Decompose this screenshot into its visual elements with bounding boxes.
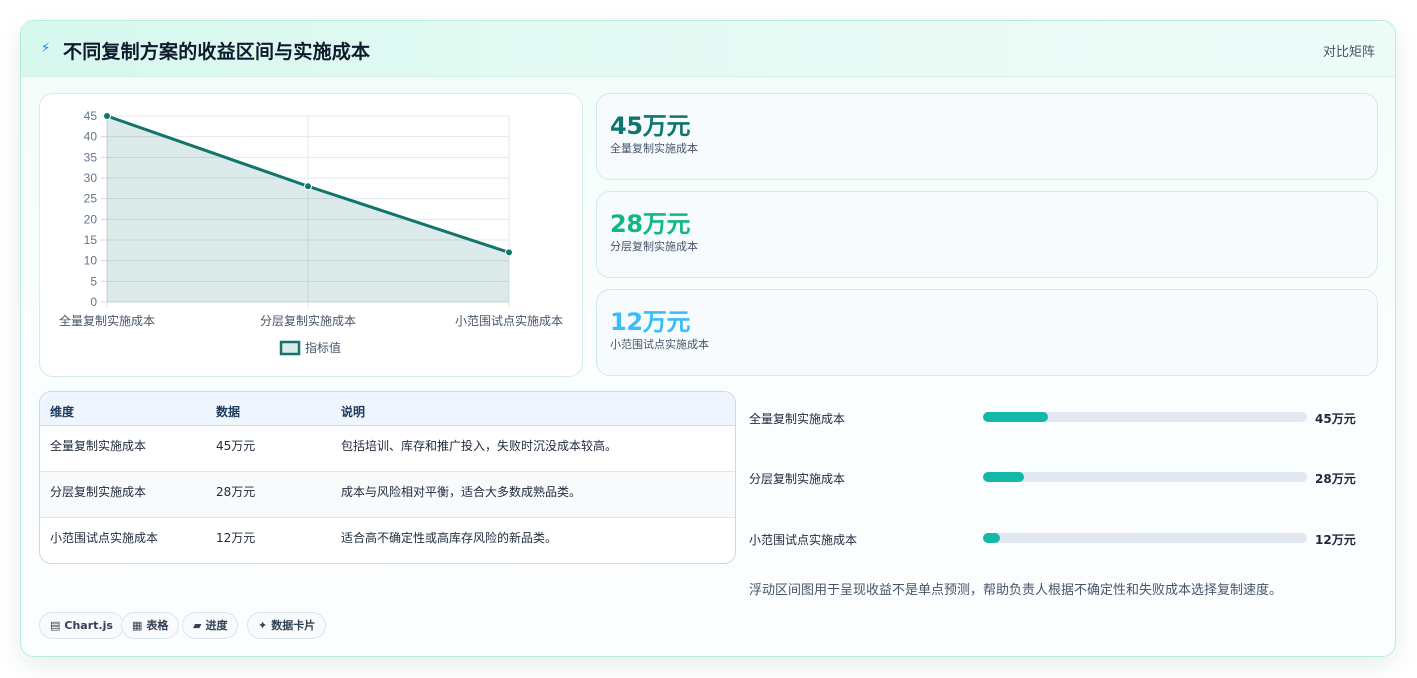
progress-value: 28万元 [1315,472,1356,486]
table-row: 分层复制实施成本 28万元 成本与风险相对平衡，适合大多数成熟品类。 [40,472,735,518]
progress-fill [983,472,1024,482]
progress-label: 全量复制实施成本 [749,412,846,426]
table-row: 全量复制实施成本 45万元 包括培训、库存和推广投入，失败时沉没成本较高。 [40,426,735,472]
x-tick-label: 小范围试点实施成本 [455,313,563,328]
y-tick-label: 40 [84,130,98,144]
legend-label: 指标值 [305,340,341,355]
footnote: 浮动区间图用于呈现收益不是单点预测，帮助负责人根据不确定性和失败成本选择复制速度… [749,583,1283,598]
chip-progress[interactable]: ▰ 进度 [182,612,239,639]
stat-label: 小范围试点实施成本 [610,338,709,351]
progress-track [983,533,1307,543]
column-header: 数据 [216,405,241,419]
progress-icon: ▰ [193,619,202,632]
progress-track [983,472,1307,482]
table-cell: 成本与风险相对平衡，适合大多数成熟品类。 [341,485,582,499]
y-tick-label: 15 [84,233,98,247]
table-icon: ▦ [132,619,143,632]
table-cell: 全量复制实施成本 [50,439,147,453]
table-cell: 适合高不确定性或高库存风险的新品类。 [341,531,558,545]
header-badge: 对比矩阵 [1322,45,1375,60]
x-tick-label: 分层复制实施成本 [260,313,356,328]
y-tick-label: 20 [84,212,98,226]
progress-value: 12万元 [1315,533,1356,547]
chip-data-cards[interactable]: ✦ 数据卡片 [247,612,327,639]
stat-value: 28万元 [610,210,691,238]
progress-row: 全量复制实施成本 45万元 [749,407,1361,427]
table-cell: 小范围试点实施成本 [50,531,159,545]
data-point [304,182,312,191]
progress-row: 分层复制实施成本 28万元 [749,467,1361,487]
table-header: 维度 数据 说明 [40,392,735,426]
table-cell: 分层复制实施成本 [50,485,147,499]
table-row: 小范围试点实施成本 12万元 适合高不确定性或高库存风险的新品类。 [40,518,735,563]
chip-label: Chart.js [64,619,113,632]
chip-label: 数据卡片 [271,619,316,632]
lightning-icon: ⚡ [41,41,51,56]
y-tick-label: 10 [84,254,98,268]
chip-table[interactable]: ▦ 表格 [121,612,180,639]
sparkle-icon: ✦ [258,619,268,632]
y-tick-label: 30 [84,171,98,185]
y-tick-label: 35 [84,150,98,164]
column-header: 维度 [50,405,75,419]
progress-row: 小范围试点实施成本 12万元 [749,528,1361,548]
chip-chartjs[interactable]: ▤ Chart.js [39,612,124,639]
progress-label: 分层复制实施成本 [749,472,846,486]
table-cell: 12万元 [216,531,256,545]
table-cell: 45万元 [216,439,256,453]
stat-value: 12万元 [610,308,691,336]
stat-card: 12万元 小范围试点实施成本 [596,289,1378,376]
stat-label: 全量复制实施成本 [610,142,698,155]
line-chart: 0 5 10 15 20 25 30 35 40 45 全量复制实施成本 分层复制实施成本 小范围试点实… [59,109,563,356]
progress-track [983,412,1307,422]
panel-header: ⚡ 不同复制方案的收益区间与实施成本 对比矩阵 [21,21,1395,77]
progress-fill [983,533,1001,543]
comparison-panel: ⚡ 不同复制方案的收益区间与实施成本 对比矩阵 0 5 10 15 20 25 30 35 40… [20,20,1396,657]
chart-icon: ▤ [50,619,61,632]
x-tick-label: 全量复制实施成本 [59,313,155,328]
stat-value: 45万元 [610,112,691,140]
chip-label: 进度 [205,619,228,632]
column-header: 说明 [341,405,366,419]
y-tick-label: 25 [84,192,98,206]
y-tick-label: 0 [90,295,97,309]
chart-card: 0 5 10 15 20 25 30 35 40 45 全量复制实施成本 分层复制实施成本 小范围试点实… [39,93,583,377]
stat-card: 45万元 全量复制实施成本 [596,93,1378,180]
stat-label: 分层复制实施成本 [610,240,698,253]
table-cell: 28万元 [216,485,256,499]
y-tick-label: 5 [90,274,97,288]
chip-label: 表格 [146,619,169,632]
stat-card: 28万元 分层复制实施成本 [596,191,1378,278]
data-table: 维度 数据 说明 全量复制实施成本 45万元 包括培训、库存和推广投入，失败时沉… [39,391,736,564]
progress-label: 小范围试点实施成本 [749,533,858,547]
data-point [103,112,111,120]
progress-fill [983,412,1048,422]
progress-value: 45万元 [1315,412,1356,426]
y-tick-label: 45 [84,109,98,123]
legend-swatch [279,340,301,356]
table-cell: 包括培训、库存和推广投入，失败时沉没成本较高。 [341,439,618,453]
page-title: 不同复制方案的收益区间与实施成本 [63,41,371,63]
data-point [505,248,513,257]
